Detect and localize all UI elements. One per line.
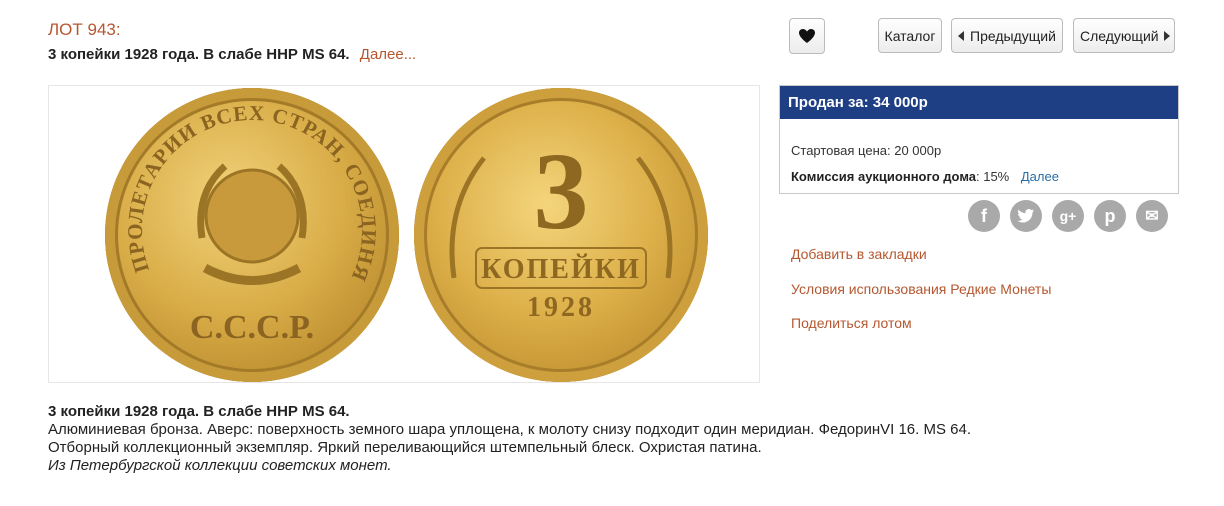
catalog-button-label: Каталог: [884, 27, 936, 44]
share-lot-link[interactable]: Поделиться лотом: [791, 315, 912, 331]
description-line-1: Алюминиевая бронза. Аверс: поверхность з…: [48, 421, 971, 438]
triangle-right-icon: [1163, 30, 1170, 41]
favorite-button[interactable]: [789, 18, 825, 54]
coin-reverse-denomination: 3: [534, 130, 589, 252]
lot-photo[interactable]: ПРОЛЕТАРИИ ВСЕХ СТРАН, СОЕДИНЯЙТЕСЬ! С.С…: [48, 69, 760, 383]
start-price-value: 20 000р: [894, 143, 942, 158]
commission-more-link[interactable]: Далее: [1021, 169, 1059, 184]
coin-reverse-relief: 3 КОПЕЙКИ 1928: [449, 130, 673, 323]
share-pinterest-button[interactable]: p: [1094, 200, 1126, 232]
coin-reverse-image: 3 КОПЕЙКИ 1928: [414, 88, 708, 382]
share-twitter-button[interactable]: [1010, 200, 1042, 232]
price-box: Продан за: 34 000р Стартовая цена: 20 00…: [779, 85, 1179, 194]
lot-title-text: 3 копейки 1928 года. В слабе ННР MS 64.: [48, 46, 350, 63]
next-button-label: Следующий: [1080, 27, 1159, 44]
catalog-button[interactable]: Каталог: [878, 18, 942, 53]
previous-button[interactable]: Предыдущий: [951, 18, 1063, 53]
description-provenance: Из Петербургской коллекции советских мон…: [48, 457, 392, 474]
coin-reverse-word: КОПЕЙКИ: [481, 254, 641, 285]
coin-obverse-image: ПРОЛЕТАРИИ ВСЕХ СТРАН, СОЕДИНЯЙТЕСЬ! С.С…: [96, 69, 399, 382]
heart-icon: [799, 29, 815, 43]
lot-description: 3 копейки 1928 года. В слабе ННР MS 64. …: [48, 403, 1188, 475]
email-icon: ✉: [1145, 208, 1159, 225]
terms-link[interactable]: Условия использования Редкие Монеты: [791, 281, 1051, 297]
commission-value: : 15%: [976, 169, 1010, 184]
share-google-plus-button[interactable]: g+: [1052, 200, 1084, 232]
previous-button-label: Предыдущий: [970, 27, 1056, 44]
lot-title: 3 копейки 1928 года. В слабе ННР MS 64. …: [48, 46, 416, 63]
bookmark-link[interactable]: Добавить в закладки: [791, 246, 927, 262]
twitter-icon: [1017, 209, 1034, 223]
lot-more-link[interactable]: Далее...: [360, 46, 416, 63]
description-line-2: Отборный коллекционный экземпляр. Яркий …: [48, 439, 762, 456]
share-facebook-button[interactable]: f: [968, 200, 1000, 232]
lot-number: ЛОТ 943:: [48, 20, 121, 39]
share-email-button[interactable]: ✉: [1136, 200, 1168, 232]
start-price-label: Стартовая цена:: [791, 143, 891, 158]
commission-row: Комиссия аукционного дома: 15% Далее: [791, 169, 1059, 184]
description-title: 3 копейки 1928 года. В слабе ННР MS 64.: [48, 403, 350, 420]
coin-reverse-year: 1928: [527, 292, 595, 323]
coin-obverse-relief: ПРОЛЕТАРИИ ВСЕХ СТРАН, СОЕДИНЯЙТЕСЬ! С.С…: [96, 69, 380, 346]
pinterest-icon: p: [1104, 205, 1116, 226]
commission-label: Комиссия аукционного дома: [791, 169, 976, 184]
triangle-left-icon: [958, 30, 964, 41]
start-price-row: Стартовая цена: 20 000р: [791, 143, 941, 158]
google-plus-icon: g+: [1059, 208, 1077, 224]
next-button[interactable]: Следующий: [1073, 18, 1175, 53]
coin-obverse-text: С.С.С.Р.: [190, 309, 314, 346]
sold-price: Продан за: 34 000р: [780, 86, 1178, 119]
facebook-icon: f: [981, 205, 987, 226]
